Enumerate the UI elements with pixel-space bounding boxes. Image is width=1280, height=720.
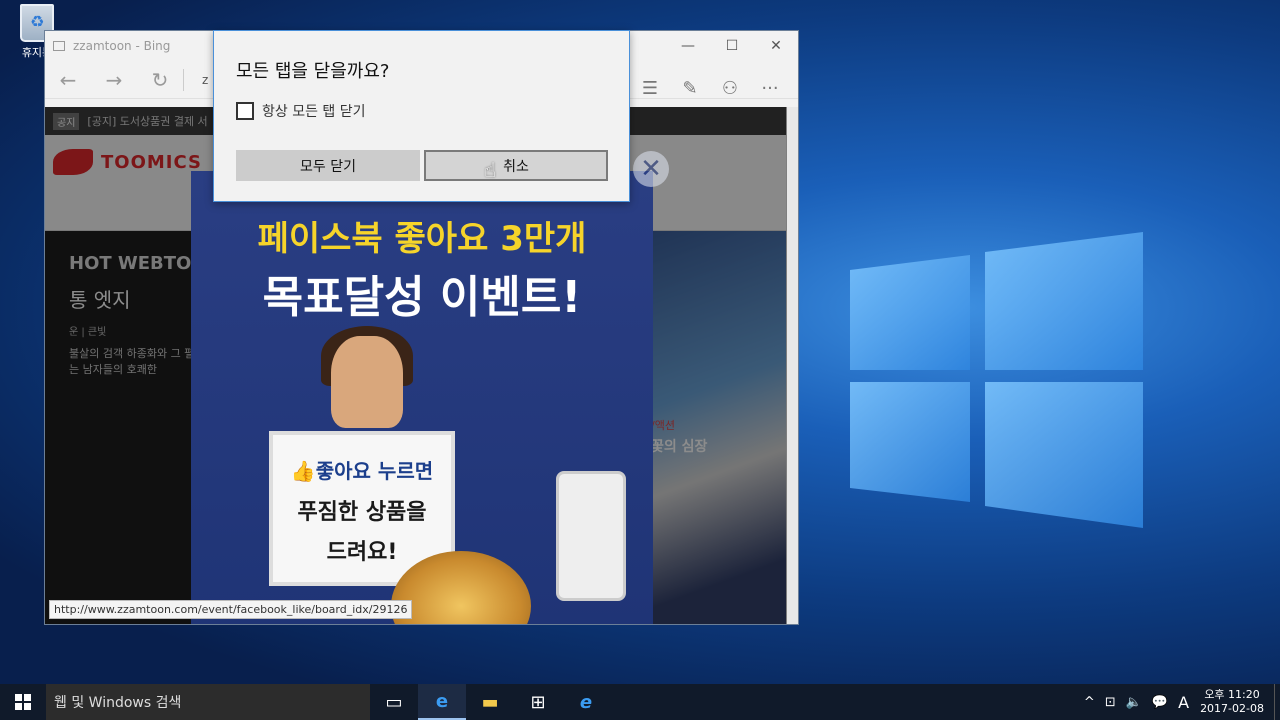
edge-taskbar-icon[interactable]: e — [418, 684, 466, 720]
volume-icon[interactable]: 🔈 — [1121, 695, 1147, 710]
page-scrollbar[interactable] — [786, 107, 798, 624]
file-explorer-icon[interactable]: ▬ — [466, 684, 514, 720]
show-desktop-button[interactable] — [1274, 684, 1280, 720]
taskbar-search-box[interactable]: 웹 및 Windows 검색 — [46, 684, 370, 720]
clock-time: 오후 11:20 — [1204, 688, 1260, 701]
back-button[interactable]: ← — [45, 68, 91, 92]
tab-page-icon — [53, 41, 65, 51]
popup-subheadline: 목표달성 이벤트! — [262, 272, 582, 323]
address-bar[interactable]: z — [183, 68, 208, 91]
phone-image — [556, 471, 626, 601]
always-close-all-label[interactable]: 항상 모든 탭 닫기 — [262, 101, 366, 121]
popup-headline: 페이스북 좋아요 3만개 — [257, 219, 587, 259]
cancel-button[interactable]: 취소 — [424, 150, 608, 181]
tab-title[interactable]: zzamtoon - Bing — [73, 39, 170, 53]
dialog-title: 모든 탭을 닫을까요? — [236, 61, 390, 82]
hand-cursor-icon: ☝ — [484, 158, 497, 182]
refresh-button[interactable]: ↻ — [137, 68, 183, 92]
share-icon[interactable]: ⚇ — [710, 78, 750, 99]
minimize-button[interactable]: — — [666, 31, 710, 61]
task-view-icon[interactable]: ▭ — [370, 684, 418, 720]
system-tray: ^ ⊡ 🔈 💬 A 오후 11:20 2017-02-08 — [1079, 684, 1280, 720]
show-hidden-icons-icon[interactable]: ^ — [1079, 695, 1100, 710]
close-all-tabs-dialog: 모든 탭을 닫을까요? 항상 모든 탭 닫기 모두 닫기 취소 — [213, 30, 630, 202]
toolbar-right: ☰ ✎ ⚇ ··· — [630, 69, 790, 107]
action-center-icon[interactable]: 💬 — [1147, 695, 1173, 710]
forward-button[interactable]: → — [91, 68, 137, 92]
clock[interactable]: 오후 11:20 2017-02-08 — [1194, 688, 1274, 716]
taskbar: 웹 및 Windows 검색 ▭ e ▬ ⊞ e ^ ⊡ 🔈 💬 A 오후 11… — [0, 684, 1280, 720]
web-note-icon[interactable]: ✎ — [670, 78, 710, 99]
window-controls: — ☐ ✕ — [666, 31, 798, 61]
ime-indicator[interactable]: A — [1173, 693, 1194, 712]
event-popup-banner[interactable]: 페이스북 좋아요 3만개 목표달성 이벤트! 👍좋아요 누르면 푸짐한 상품을 … — [191, 171, 653, 624]
sign-line-2: 푸짐한 상품을 — [297, 500, 427, 525]
maximize-button[interactable]: ☐ — [710, 31, 754, 61]
internet-explorer-icon[interactable]: e — [562, 684, 610, 720]
status-bar-url: http://www.zzamtoon.com/event/facebook_l… — [49, 600, 413, 619]
close-window-button[interactable]: ✕ — [754, 31, 798, 61]
always-close-all-checkbox[interactable] — [236, 102, 254, 120]
start-button[interactable] — [0, 684, 46, 720]
always-close-all-checkbox-row[interactable]: 항상 모든 탭 닫기 — [236, 101, 366, 121]
model-face — [331, 336, 403, 428]
more-icon[interactable]: ··· — [750, 78, 790, 99]
hub-icon[interactable]: ☰ — [630, 78, 670, 99]
network-icon[interactable]: ⊡ — [1100, 695, 1121, 710]
windows-logo-wallpaper — [850, 232, 1143, 528]
clock-date: 2017-02-08 — [1200, 702, 1264, 715]
windows-start-icon — [15, 694, 31, 710]
sign-line-1: 👍좋아요 누르면 — [290, 459, 434, 483]
popup-close-icon[interactable]: ✕ — [633, 151, 669, 187]
close-all-button[interactable]: 모두 닫기 — [236, 150, 420, 181]
store-icon[interactable]: ⊞ — [514, 684, 562, 720]
